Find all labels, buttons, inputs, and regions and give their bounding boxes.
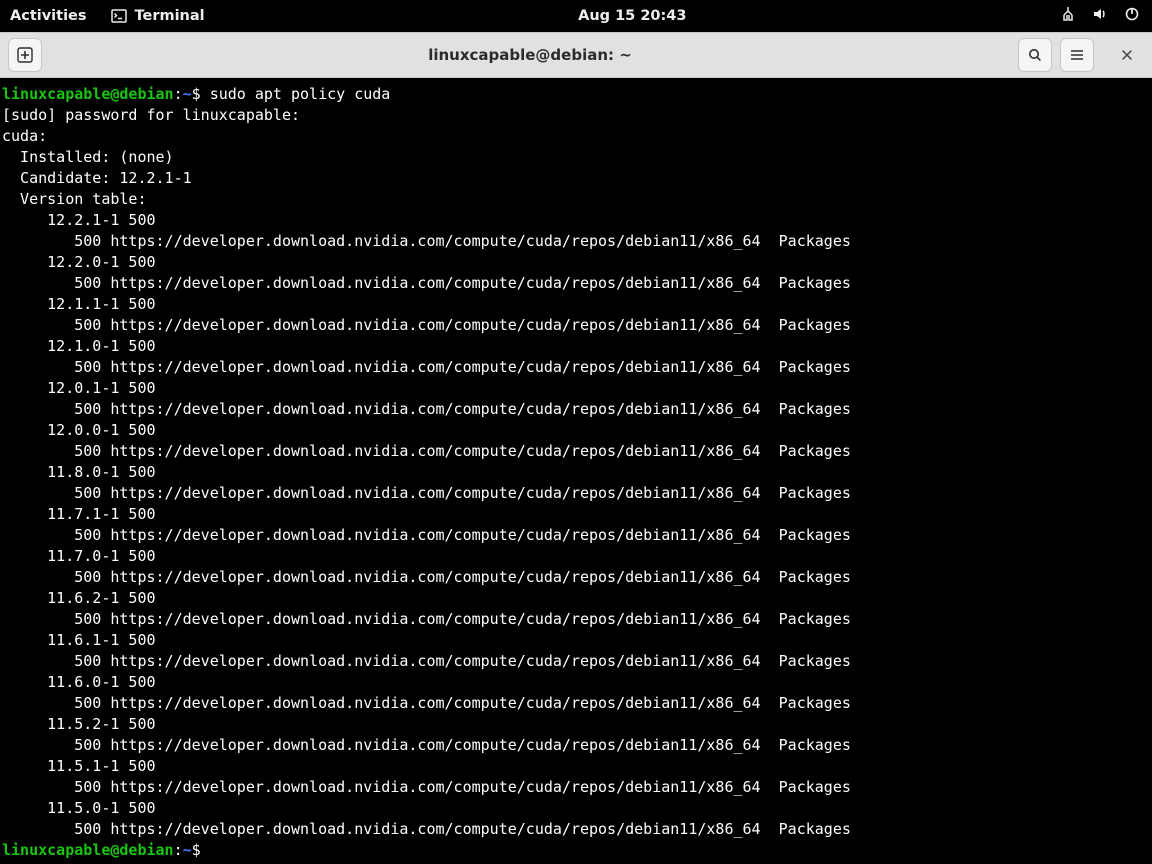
repo-line: 500 https://developer.download.nvidia.co… [2, 610, 851, 628]
plus-icon [17, 47, 33, 63]
prompt-cwd: ~ [183, 841, 192, 859]
entered-command: sudo apt policy cuda [210, 85, 391, 103]
repo-line: 500 https://developer.download.nvidia.co… [2, 484, 851, 502]
version-line: 11.7.1-1 500 [2, 505, 156, 523]
repo-line: 500 https://developer.download.nvidia.co… [2, 568, 851, 586]
version-line: 11.6.1-1 500 [2, 631, 156, 649]
version-line: 11.6.2-1 500 [2, 589, 156, 607]
search-icon [1027, 47, 1043, 63]
activities-button[interactable]: Activities [10, 8, 87, 24]
prompt-cwd: ~ [183, 85, 192, 103]
version-line: 12.1.0-1 500 [2, 337, 156, 355]
volume-icon[interactable] [1092, 6, 1108, 26]
version-line: 11.5.0-1 500 [2, 799, 156, 817]
prompt-line-2: linuxcapable@debian:~$ [2, 841, 201, 859]
repo-line: 500 https://developer.download.nvidia.co… [2, 232, 851, 250]
menu-button[interactable] [1060, 38, 1094, 72]
close-icon [1120, 48, 1134, 62]
appmenu-label: Terminal [135, 8, 205, 24]
repo-line: 500 https://developer.download.nvidia.co… [2, 400, 851, 418]
repo-line: 500 https://developer.download.nvidia.co… [2, 694, 851, 712]
version-line: 12.2.1-1 500 [2, 211, 156, 229]
network-icon[interactable] [1060, 6, 1076, 26]
repo-line: 500 https://developer.download.nvidia.co… [2, 526, 851, 544]
search-button[interactable] [1018, 38, 1052, 72]
repo-line: 500 https://developer.download.nvidia.co… [2, 274, 851, 292]
close-button[interactable] [1110, 38, 1144, 72]
version-line: 11.5.1-1 500 [2, 757, 156, 775]
gnome-top-panel: Activities Terminal Aug 15 20:43 [0, 0, 1152, 32]
version-line: 12.0.1-1 500 [2, 379, 156, 397]
version-line: 11.5.2-1 500 [2, 715, 156, 733]
new-tab-button[interactable] [8, 38, 42, 72]
repo-line: 500 https://developer.download.nvidia.co… [2, 820, 851, 838]
version-line: 12.0.0-1 500 [2, 421, 156, 439]
pkg-name-line: cuda: [2, 127, 47, 145]
appmenu-terminal[interactable]: Terminal [111, 8, 205, 24]
repo-line: 500 https://developer.download.nvidia.co… [2, 316, 851, 334]
repo-line: 500 https://developer.download.nvidia.co… [2, 778, 851, 796]
repo-line: 500 https://developer.download.nvidia.co… [2, 358, 851, 376]
repo-line: 500 https://developer.download.nvidia.co… [2, 442, 851, 460]
version-line: 11.6.0-1 500 [2, 673, 156, 691]
prompt-line-1: linuxcapable@debian:~$ sudo apt policy c… [2, 85, 390, 103]
terminal-icon [111, 8, 127, 24]
hamburger-icon [1069, 47, 1085, 63]
sudo-password-line: [sudo] password for linuxcapable: [2, 106, 300, 124]
power-icon[interactable] [1124, 6, 1140, 26]
repo-line: 500 https://developer.download.nvidia.co… [2, 652, 851, 670]
version-line: 11.7.0-1 500 [2, 547, 156, 565]
repo-line: 500 https://developer.download.nvidia.co… [2, 736, 851, 754]
version-table-header: Version table: [2, 190, 147, 208]
terminal-scrollbar[interactable] [1144, 78, 1152, 864]
installed-line: Installed: (none) [2, 148, 174, 166]
candidate-line: Candidate: 12.2.1-1 [2, 169, 192, 187]
clock[interactable]: Aug 15 20:43 [578, 8, 686, 24]
prompt-user-host: linuxcapable@debian [2, 841, 174, 859]
terminal-headerbar: linuxcapable@debian: ~ [0, 32, 1152, 78]
window-title: linuxcapable@debian: ~ [50, 46, 1010, 64]
version-line: 12.2.0-1 500 [2, 253, 156, 271]
version-line: 11.8.0-1 500 [2, 463, 156, 481]
terminal-viewport[interactable]: linuxcapable@debian:~$ sudo apt policy c… [0, 78, 1152, 864]
version-line: 12.1.1-1 500 [2, 295, 156, 313]
prompt-user-host: linuxcapable@debian [2, 85, 174, 103]
